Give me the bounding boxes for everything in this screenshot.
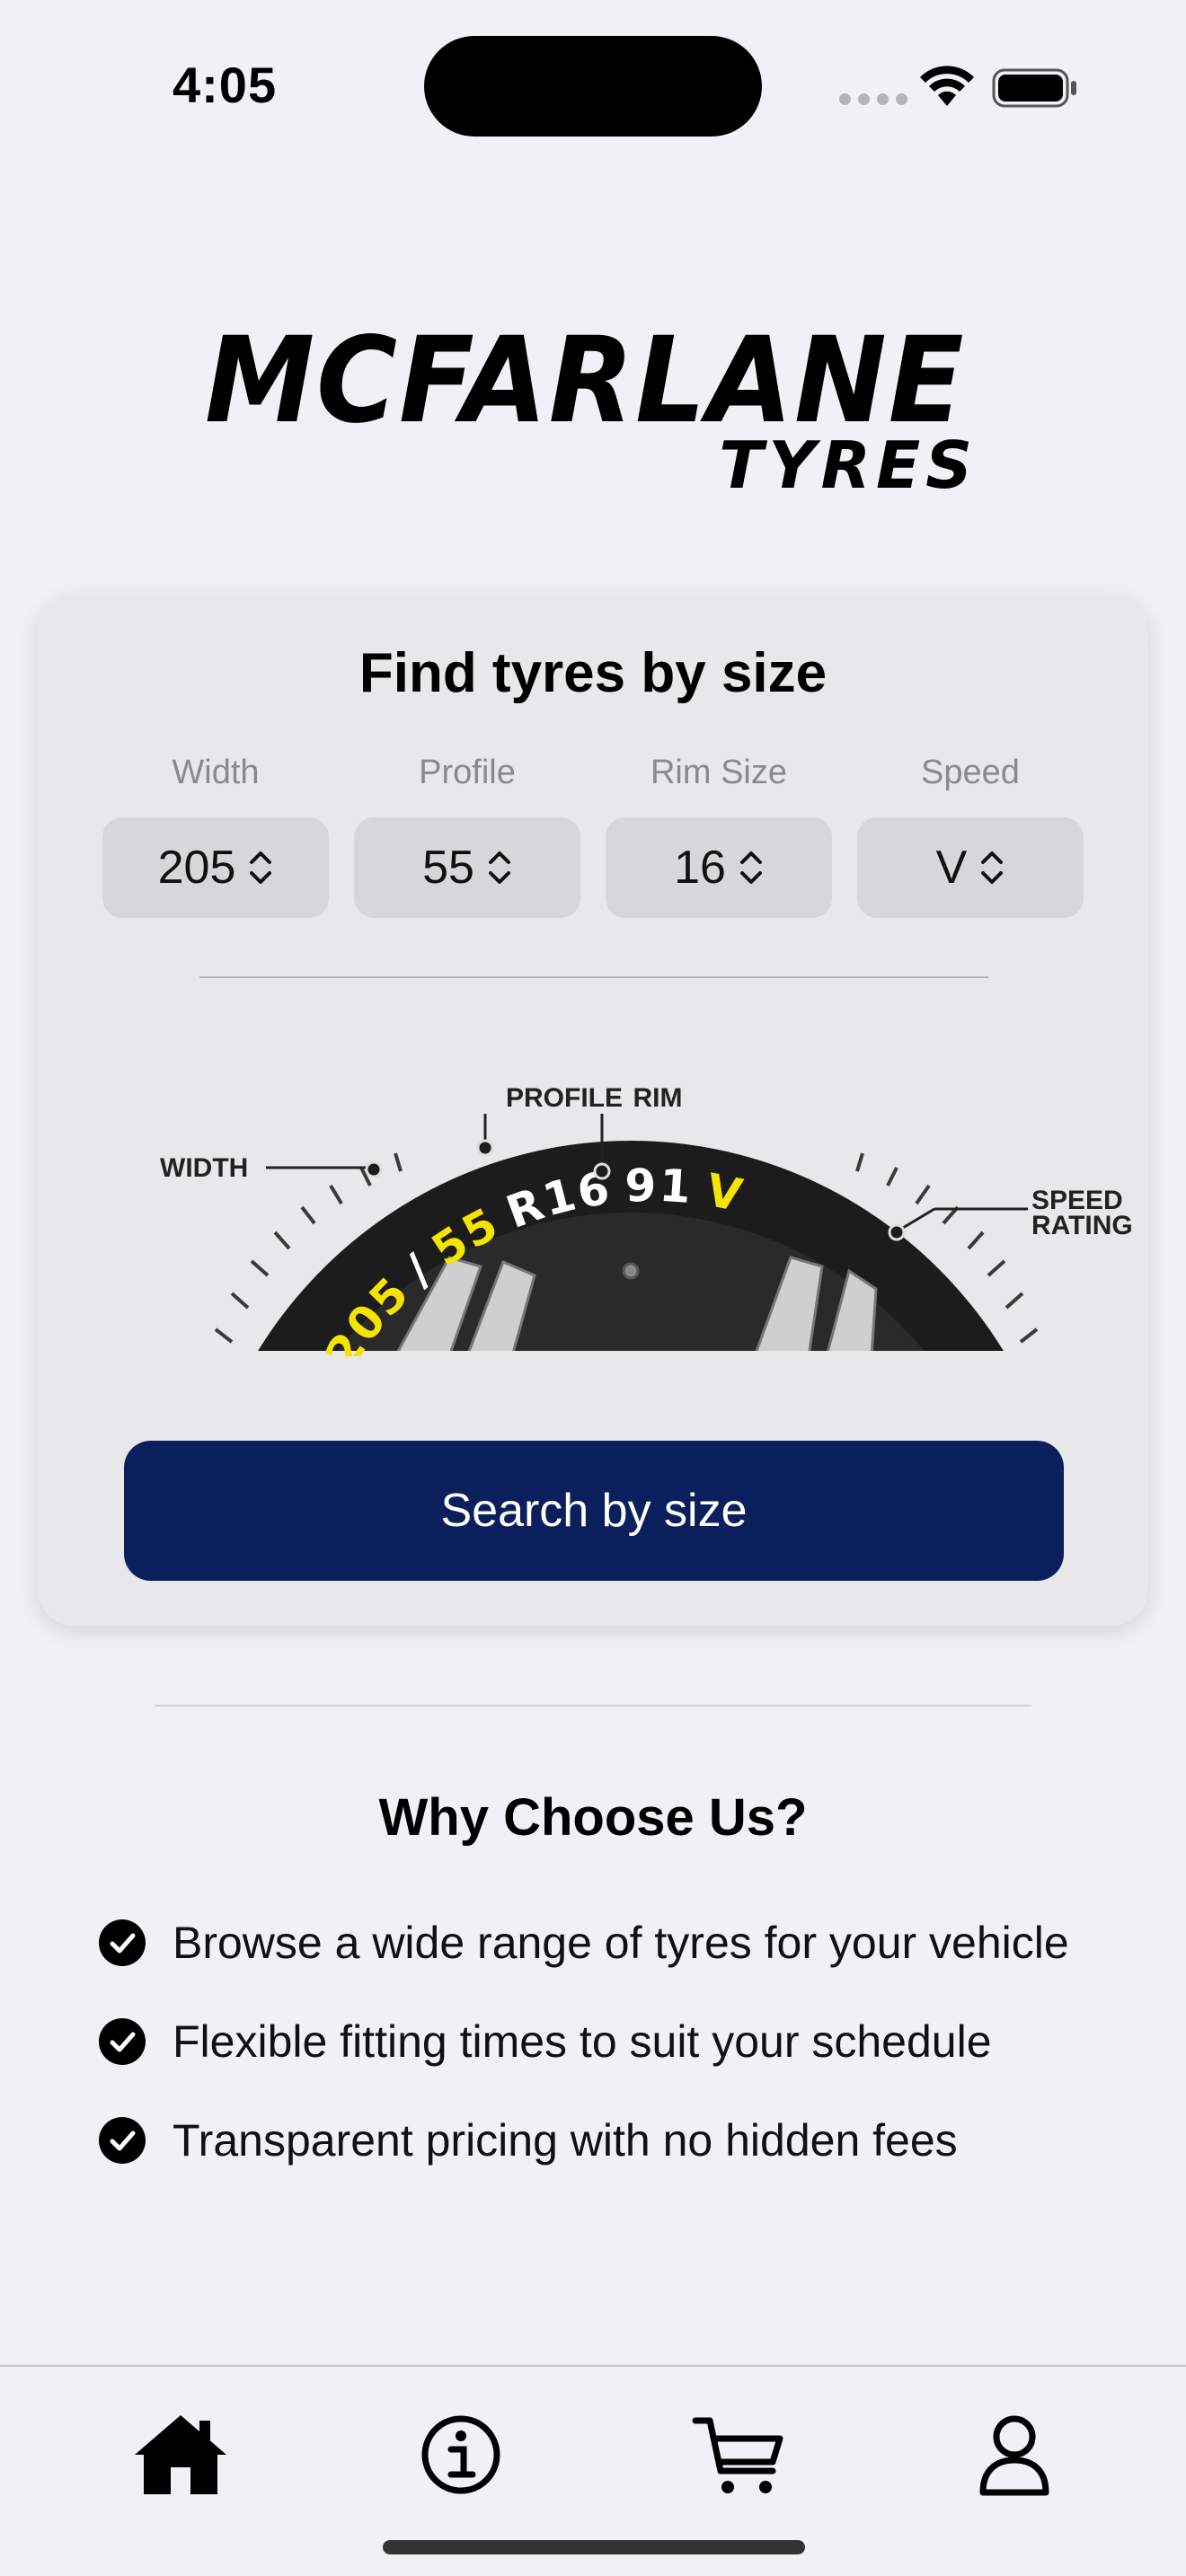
rim-size-value: 16 bbox=[674, 842, 726, 894]
profile-selector: Profile 55 bbox=[354, 749, 580, 918]
size-selectors: Width 205 Profile 55 Rim Size 16 Speed V bbox=[102, 749, 1084, 918]
chevron-up-down-icon bbox=[488, 851, 510, 884]
home-icon[interactable] bbox=[131, 2410, 230, 2500]
benefit-text: Browse a wide range of tyres for your ve… bbox=[173, 1918, 1069, 1968]
diagram-profile-label: PROFILE bbox=[506, 1083, 623, 1113]
brand-logo: MCFARLANE TYRES bbox=[205, 312, 978, 501]
benefits-list: Browse a wide range of tyres for your ve… bbox=[99, 1893, 1069, 2190]
cellular-signal-icon bbox=[839, 93, 907, 105]
battery-icon bbox=[992, 68, 1076, 108]
rim-size-selector: Rim Size 16 bbox=[606, 749, 832, 918]
chevron-up-down-icon bbox=[981, 851, 1004, 884]
status-time: 4:05 bbox=[173, 57, 278, 113]
section-divider bbox=[155, 1705, 1031, 1707]
checkmark-circle-icon bbox=[99, 2117, 146, 2164]
speed-selector: Speed V bbox=[857, 749, 1084, 918]
profile-picker[interactable]: 55 bbox=[354, 817, 580, 918]
speed-picker[interactable]: V bbox=[857, 817, 1084, 918]
wifi-icon bbox=[920, 66, 974, 106]
chevron-up-down-icon bbox=[739, 851, 762, 884]
checkmark-circle-icon bbox=[99, 1919, 146, 1966]
tab-bar-divider bbox=[0, 2365, 1186, 2367]
profile-label: Profile bbox=[419, 754, 516, 791]
size-finder-card: Find tyres by size Width 205 Profile 55 … bbox=[38, 595, 1148, 1626]
width-label: Width bbox=[172, 754, 260, 791]
search-by-size-button[interactable]: Search by size bbox=[124, 1441, 1064, 1581]
speed-value: V bbox=[935, 842, 968, 894]
tyre-size-diagram: 205/55R16 91 V WIDTH PROFILE RIM SPEED RAT… bbox=[160, 1083, 1133, 1356]
phone-screen: 4:05 MCFARLANE TYRES Find tyres by size … bbox=[0, 0, 1186, 2576]
width-picker[interactable]: 205 bbox=[102, 817, 329, 918]
info-icon[interactable] bbox=[412, 2410, 510, 2500]
diagram-rim-label: RIM bbox=[633, 1083, 683, 1113]
why-choose-us-title: Why Choose Us? bbox=[378, 1788, 808, 1847]
rim-size-picker[interactable]: 16 bbox=[606, 817, 832, 918]
rim-size-label: Rim Size bbox=[650, 754, 788, 791]
person-icon[interactable] bbox=[965, 2410, 1064, 2500]
benefit-text: Flexible fitting times to suit your sche… bbox=[173, 2016, 992, 2067]
list-item: Transparent pricing with no hidden fees bbox=[99, 2091, 1069, 2190]
list-item: Flexible fitting times to suit your sche… bbox=[99, 1992, 1069, 2091]
width-value: 205 bbox=[157, 842, 236, 894]
diagram-rating-label: RATING bbox=[1031, 1211, 1133, 1240]
diagram-width-label: WIDTH bbox=[160, 1153, 248, 1183]
dynamic-island bbox=[424, 36, 762, 137]
width-selector: Width 205 bbox=[102, 749, 329, 918]
benefit-text: Transparent pricing with no hidden fees bbox=[173, 2115, 958, 2166]
logo-sub-text: TYRES bbox=[719, 428, 978, 503]
speed-label: Speed bbox=[921, 754, 1020, 791]
chevron-up-down-icon bbox=[250, 851, 272, 884]
cart-icon[interactable] bbox=[692, 2410, 791, 2500]
checkmark-circle-icon bbox=[99, 2018, 146, 2065]
size-finder-title: Find tyres by size bbox=[358, 642, 828, 704]
list-item: Browse a wide range of tyres for your ve… bbox=[99, 1893, 1069, 1992]
card-divider bbox=[199, 976, 988, 978]
profile-value: 55 bbox=[422, 842, 474, 894]
home-indicator[interactable] bbox=[383, 2540, 805, 2554]
logo-main-text: MCFARLANE bbox=[205, 312, 966, 450]
